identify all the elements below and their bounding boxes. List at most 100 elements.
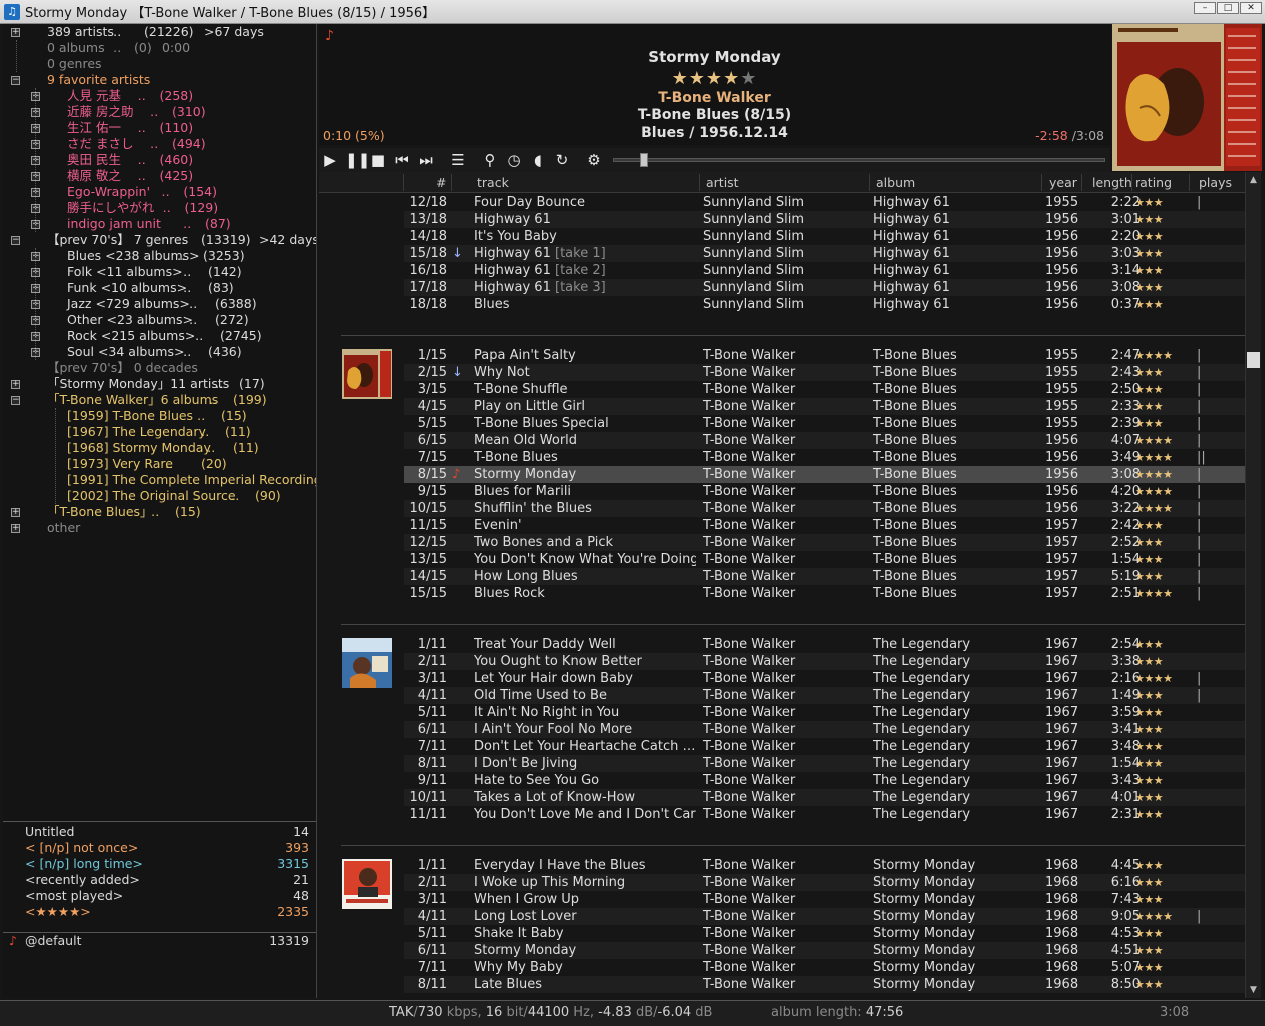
playlist-item[interactable]: <recently added> 21 bbox=[25, 872, 309, 888]
track-rating[interactable]: ★★★ bbox=[1135, 415, 1164, 432]
expand-toggle-icon[interactable]: − bbox=[11, 236, 20, 245]
track-row[interactable]: 10/15 Shufflin' the Blues T-Bone Walker … bbox=[404, 500, 1245, 517]
track-rating[interactable]: ★★★ bbox=[1135, 551, 1164, 568]
track-rating[interactable]: ★★★ bbox=[1135, 942, 1164, 959]
tree-favorite-artist[interactable] bbox=[3, 136, 316, 152]
track-rating[interactable]: ★★★ bbox=[1135, 772, 1164, 789]
track-row[interactable]: 9/15 Blues for Marili T-Bone Walker T-Bo… bbox=[404, 483, 1245, 500]
track-rating[interactable]: ★★★★ bbox=[1135, 466, 1173, 483]
playlist-item[interactable]: Untitled 14 bbox=[25, 824, 309, 840]
settings-icon[interactable]: ⚙ bbox=[585, 151, 603, 169]
track-row[interactable]: 1/11 Everyday I Have the Blues T-Bone Wa… bbox=[404, 857, 1245, 874]
expand-toggle-icon[interactable]: + bbox=[11, 508, 20, 517]
track-row[interactable]: 9/11 Hate to See You Go T-Bone Walker Th… bbox=[404, 772, 1245, 789]
track-rating[interactable]: ★★★ bbox=[1135, 857, 1164, 874]
timer-icon[interactable]: ◷ bbox=[505, 151, 523, 169]
track-row[interactable]: 14/18 It's You Baby Sunnyland Slim Highw… bbox=[404, 228, 1245, 245]
expand-toggle-icon[interactable]: + bbox=[11, 380, 20, 389]
track-rating[interactable]: ★★★★ bbox=[1135, 432, 1173, 449]
track-row[interactable]: 11/11 You Don't Love Me and I Don't Care… bbox=[404, 806, 1245, 823]
playlist-icon[interactable]: ☰ bbox=[449, 151, 467, 169]
track-row[interactable]: 15/18 ↓ Highway 61 [take 1] Sunnyland Sl… bbox=[404, 245, 1245, 262]
track-row[interactable]: 4/11 Long Lost Lover T-Bone Walker Storm… bbox=[404, 908, 1245, 925]
track-rating[interactable]: ★★★ bbox=[1135, 262, 1164, 279]
track-row[interactable]: 1/15 Papa Ain't Salty T-Bone Walker T-Bo… bbox=[404, 347, 1245, 364]
scroll-down-icon[interactable]: ▼ bbox=[1250, 985, 1257, 995]
track-rating[interactable]: ★★★ bbox=[1135, 364, 1164, 381]
track-rating[interactable]: ★★★ bbox=[1135, 959, 1164, 976]
track-rating[interactable]: ★★★ bbox=[1135, 738, 1164, 755]
track-rating[interactable]: ★★★ bbox=[1135, 245, 1164, 262]
track-rating[interactable]: ★★★ bbox=[1135, 636, 1164, 653]
search-icon[interactable]: ⚲ bbox=[481, 151, 499, 169]
np-rating[interactable]: ★★★★★ bbox=[319, 68, 1110, 89]
track-rating[interactable]: ★★★ bbox=[1135, 534, 1164, 551]
album-thumbnail[interactable] bbox=[342, 638, 392, 688]
track-row[interactable]: 12/18 Four Day Bounce Sunnyland Slim Hig… bbox=[404, 194, 1245, 211]
next-icon[interactable]: ⏭ bbox=[417, 151, 435, 169]
col-year[interactable]: year bbox=[1049, 175, 1077, 190]
playlist-item[interactable]: < [n/p] not once> 393 bbox=[25, 840, 309, 856]
track-row[interactable]: 4/11 Old Time Used to Be T-Bone Walker T… bbox=[404, 687, 1245, 704]
seek-bar[interactable] bbox=[613, 153, 1105, 167]
col-track[interactable]: track bbox=[477, 175, 509, 190]
track-row[interactable]: 6/11 Stormy Monday T-Bone Walker Stormy … bbox=[404, 942, 1245, 959]
track-rating[interactable]: ★★★ bbox=[1135, 194, 1164, 211]
track-rating[interactable]: ★★★ bbox=[1135, 568, 1164, 585]
track-row[interactable]: 7/11 Why My Baby T-Bone Walker Stormy Mo… bbox=[404, 959, 1245, 976]
track-rating[interactable]: ★★★ bbox=[1135, 789, 1164, 806]
tree-favorite-artist[interactable] bbox=[3, 200, 316, 216]
prev-icon[interactable]: ⏮ bbox=[393, 151, 411, 169]
track-rating[interactable]: ★★★ bbox=[1135, 517, 1164, 534]
col-album[interactable]: album bbox=[876, 175, 915, 190]
col-num[interactable]: # bbox=[436, 175, 446, 190]
playlist-item[interactable]: < [n/p] long time> 3315 bbox=[25, 856, 309, 872]
track-row[interactable]: 7/11 Don't Let Your Heartache Catch … T-… bbox=[404, 738, 1245, 755]
track-rating[interactable]: ★★★ bbox=[1135, 279, 1164, 296]
track-rating[interactable]: ★★★★ bbox=[1135, 585, 1173, 602]
track-row[interactable]: 11/15 Evenin' T-Bone Walker T-Bone Blues… bbox=[404, 517, 1245, 534]
track-rating[interactable]: ★★★ bbox=[1135, 721, 1164, 738]
expand-toggle-icon[interactable]: + bbox=[11, 28, 20, 37]
close-button[interactable]: ✕ bbox=[1240, 2, 1262, 14]
track-rating[interactable]: ★★★ bbox=[1135, 755, 1164, 772]
seek-handle[interactable] bbox=[640, 153, 648, 167]
track-rating[interactable]: ★★★★ bbox=[1135, 500, 1173, 517]
tree-favorite-artist[interactable] bbox=[3, 104, 316, 120]
col-artist[interactable]: artist bbox=[706, 175, 739, 190]
track-row[interactable]: 6/15 Mean Old World T-Bone Walker T-Bone… bbox=[404, 432, 1245, 449]
expand-toggle-icon[interactable]: − bbox=[11, 76, 20, 85]
volume-icon[interactable]: ◖ bbox=[529, 151, 547, 169]
track-rating[interactable]: ★★★ bbox=[1135, 653, 1164, 670]
track-row[interactable]: 5/11 It Ain't No Right in You T-Bone Wal… bbox=[404, 704, 1245, 721]
track-row[interactable]: 18/18 Blues Sunnyland Slim Highway 61 19… bbox=[404, 296, 1245, 313]
col-rating[interactable]: rating bbox=[1135, 175, 1172, 190]
track-row[interactable]: 2/11 I Woke up This Morning T-Bone Walke… bbox=[404, 874, 1245, 891]
scroll-up-icon[interactable]: ▲ bbox=[1250, 175, 1257, 185]
track-rating[interactable]: ★★★ bbox=[1135, 874, 1164, 891]
track-rating[interactable]: ★★★ bbox=[1135, 976, 1164, 993]
expand-toggle-icon[interactable]: − bbox=[11, 396, 20, 405]
track-row[interactable]: 3/11 Let Your Hair down Baby T-Bone Walk… bbox=[404, 670, 1245, 687]
repeat-icon[interactable]: ↻ bbox=[553, 151, 571, 169]
default-playlist[interactable]: ♪ @default 13319 bbox=[3, 932, 316, 948]
tree-favorite-artist[interactable] bbox=[3, 184, 316, 200]
track-row[interactable]: 10/11 Takes a Lot of Know-How T-Bone Wal… bbox=[404, 789, 1245, 806]
track-rating[interactable]: ★★★ bbox=[1135, 296, 1164, 313]
track-row[interactable]: 3/15 T-Bone Shuffle T-Bone Walker T-Bone… bbox=[404, 381, 1245, 398]
track-rating[interactable]: ★★★★ bbox=[1135, 347, 1173, 364]
track-row[interactable]: 8/11 Late Blues T-Bone Walker Stormy Mon… bbox=[404, 976, 1245, 993]
track-rating[interactable]: ★★★★ bbox=[1135, 483, 1173, 500]
album-thumbnail[interactable] bbox=[342, 859, 392, 909]
col-plays[interactable]: plays bbox=[1199, 175, 1232, 190]
playlist-item[interactable]: <★★★★> 2335 bbox=[25, 904, 309, 920]
col-length[interactable]: length bbox=[1092, 175, 1132, 190]
track-rating[interactable]: ★★★ bbox=[1135, 704, 1164, 721]
track-row[interactable]: 6/11 I Ain't Your Fool No More T-Bone Wa… bbox=[404, 721, 1245, 738]
track-rating[interactable]: ★★★ bbox=[1135, 925, 1164, 942]
track-rating[interactable]: ★★★★ bbox=[1135, 449, 1173, 466]
minimize-button[interactable]: – bbox=[1194, 2, 1216, 14]
track-row[interactable]: 15/15 Blues Rock T-Bone Walker T-Bone Bl… bbox=[404, 585, 1245, 602]
album-thumbnail[interactable] bbox=[342, 349, 392, 399]
pause-icon[interactable]: ❚❚ bbox=[345, 151, 370, 169]
